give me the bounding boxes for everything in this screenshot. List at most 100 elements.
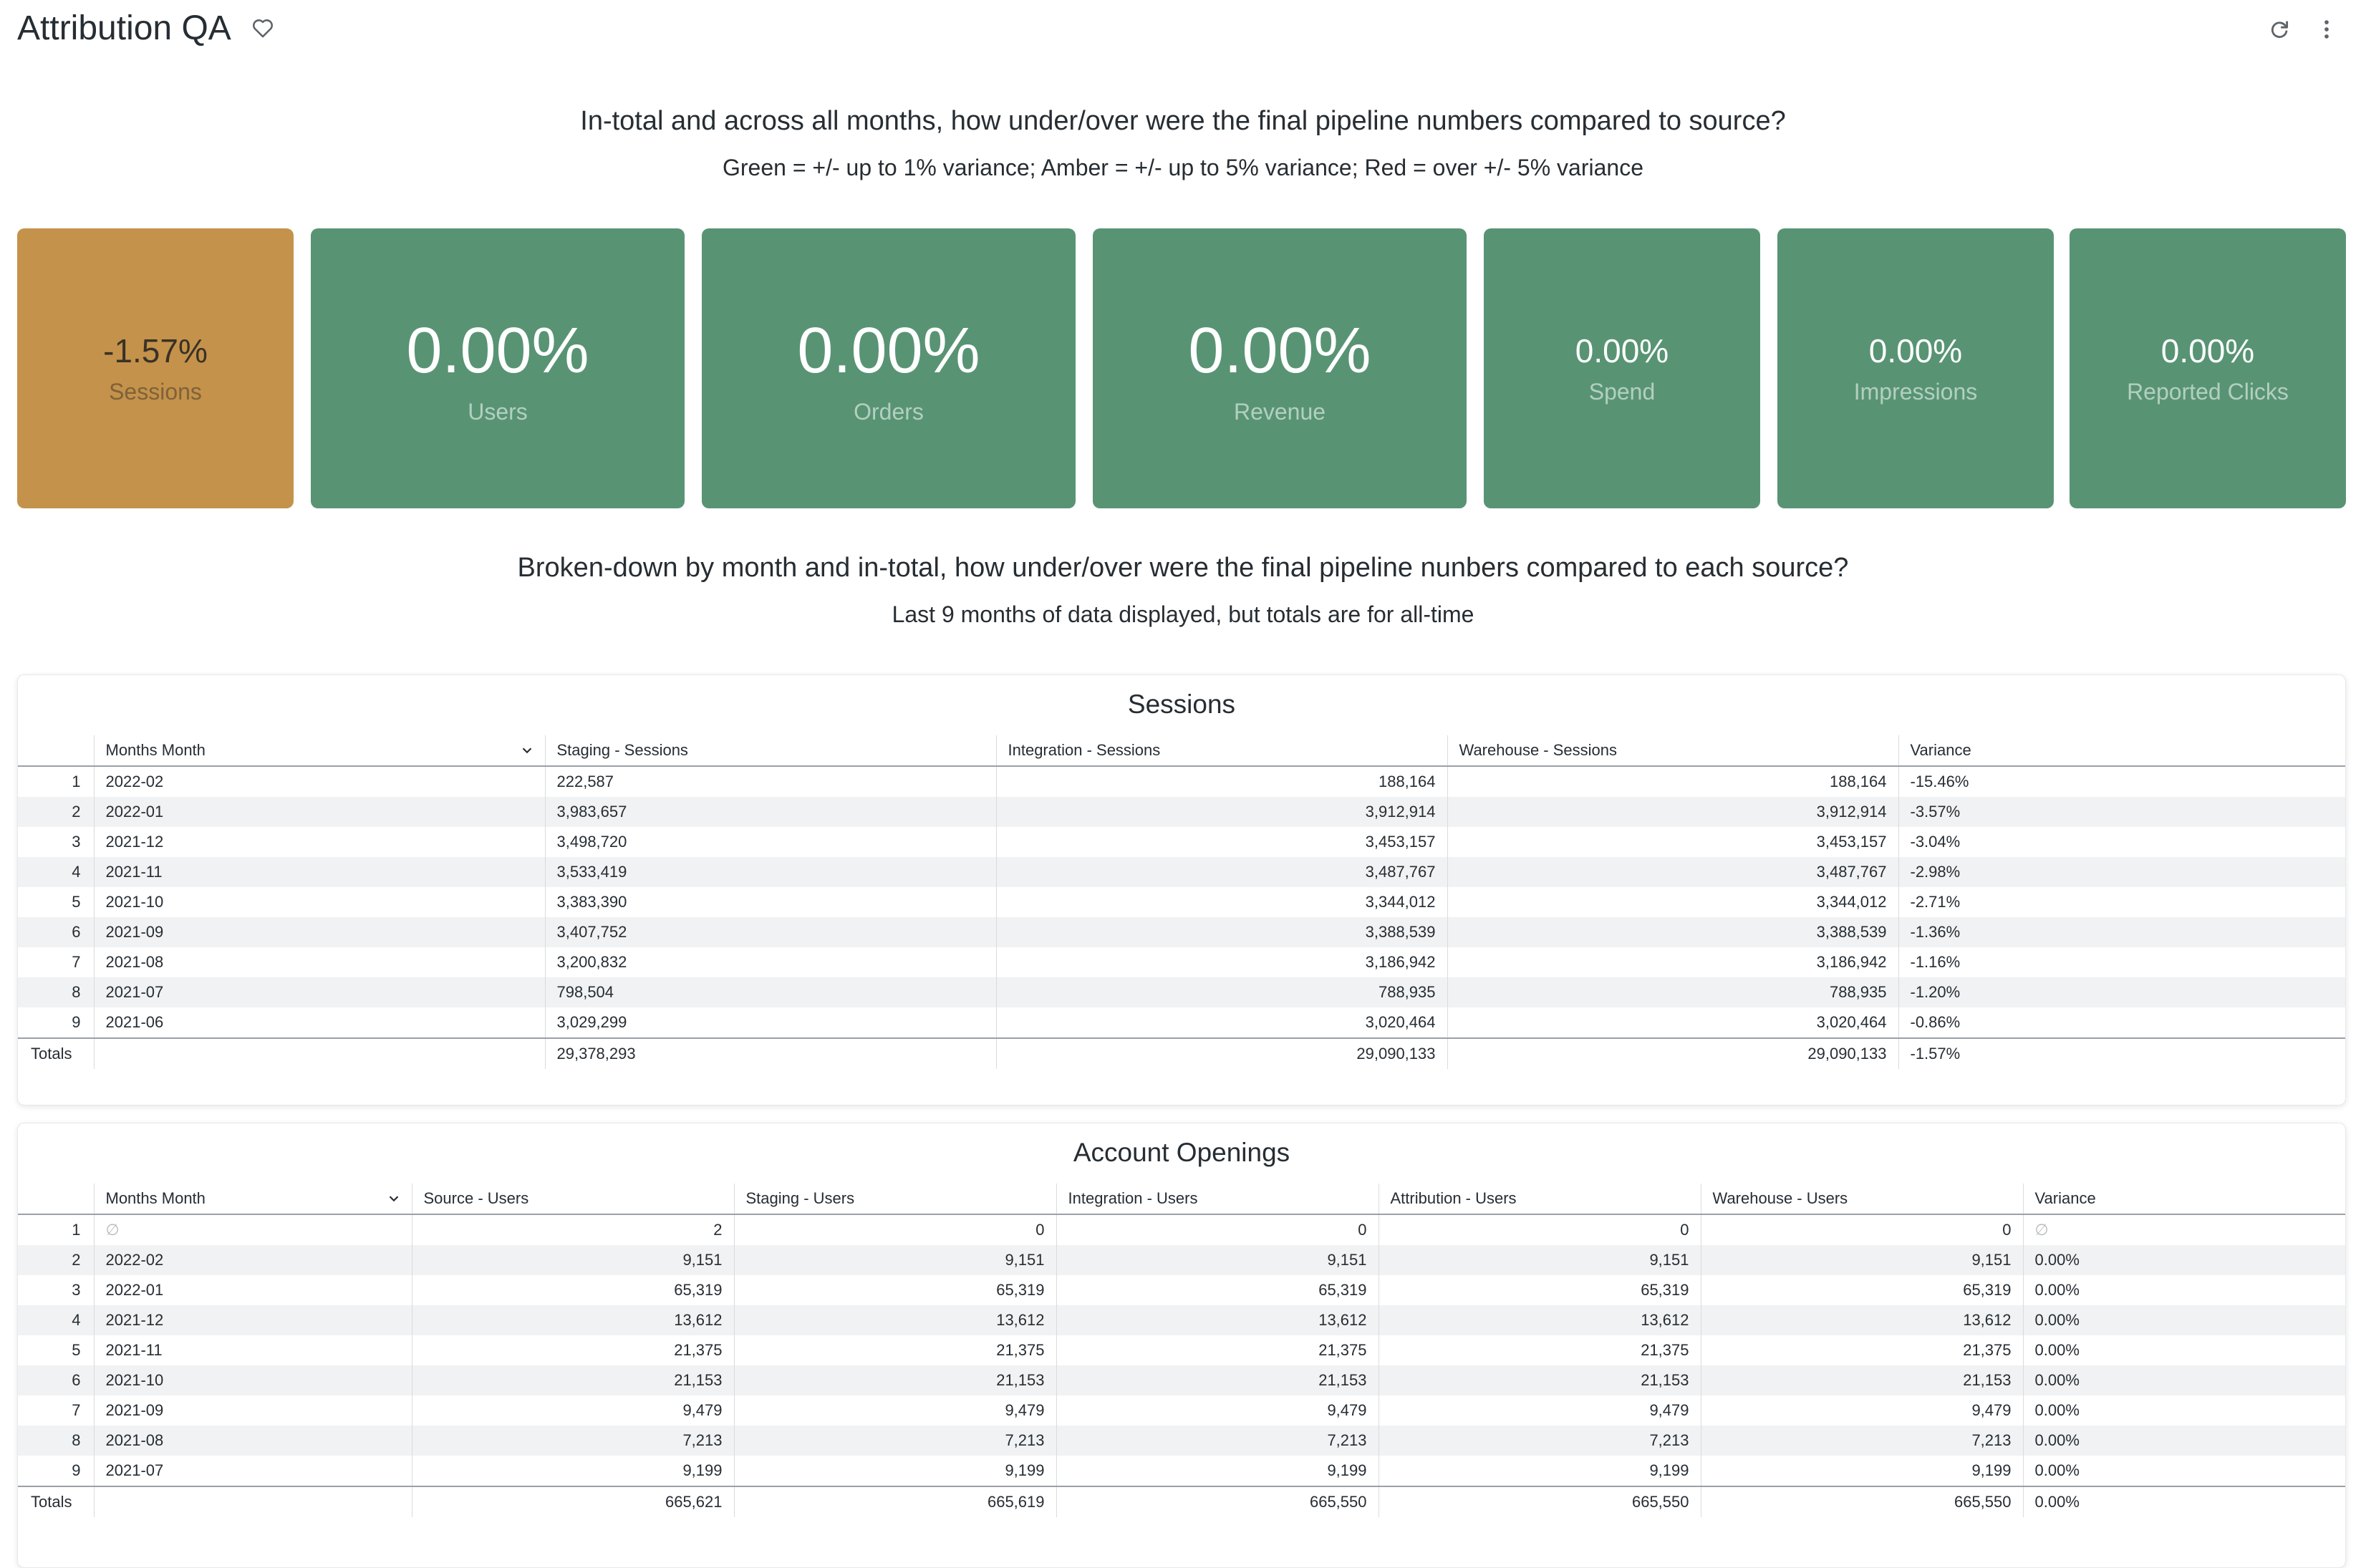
table-cell: 3,487,767 <box>995 857 1447 887</box>
table-cell: 788,935 <box>1447 977 1898 1007</box>
column-header-warehouse-users[interactable]: Warehouse - Users <box>1700 1184 2023 1215</box>
table-cell: 0 <box>1378 1214 1701 1245</box>
totals-cell <box>93 1037 545 1069</box>
table-cell: 65,319 <box>411 1275 734 1305</box>
table-cell: 21,153 <box>411 1365 734 1395</box>
column-header-staging-users[interactable]: Staging - Users <box>733 1184 1056 1215</box>
table-cell: 13,612 <box>411 1305 734 1335</box>
column-header-source-users[interactable]: Source - Users <box>411 1184 734 1215</box>
table-cell: 0.00% <box>2022 1305 2345 1335</box>
table-cell: 3,020,464 <box>1447 1007 1898 1038</box>
table-cell: 21,153 <box>733 1365 1056 1395</box>
table-cell: 65,319 <box>733 1275 1056 1305</box>
tile-value: 0.00% <box>406 315 589 387</box>
refresh-icon[interactable] <box>2267 17 2292 42</box>
table-row: 5 2021-11 21,375 21,375 21,375 21,375 21,375 0.… <box>18 1335 2345 1365</box>
dashboard-title: Attribution QA <box>17 9 231 47</box>
table-cell: 0.00% <box>2022 1335 2345 1365</box>
table-cell: 3,186,942 <box>1447 947 1898 977</box>
totals-cell: 29,090,133 <box>1447 1037 1898 1069</box>
table-cell: -2.71% <box>1898 887 2345 917</box>
tile-impressions[interactable]: 0.00% Impressions <box>1777 228 2054 508</box>
accounts-table-card: Account Openings Months Month Source - U… <box>17 1123 2346 1568</box>
table-row: 2 2022-02 9,151 9,151 9,151 9,151 9,151 0.00% <box>18 1245 2345 1275</box>
row-number: 5 <box>72 893 81 911</box>
table-cell: 0.00% <box>2022 1456 2345 1486</box>
table-cell: 9,151 <box>1378 1245 1701 1275</box>
table-cell: 21,375 <box>733 1335 1056 1365</box>
row-number: 2 <box>18 1245 94 1275</box>
table-row: 9 2021-06 3,029,299 3,020,464 3,020,464 -0.86… <box>18 1007 2345 1038</box>
table-cell: 13,612 <box>1700 1305 2023 1335</box>
tile-value: 0.00% <box>797 315 980 387</box>
table-row: 4 2021-12 13,612 13,612 13,612 13,612 13,612 0.… <box>18 1305 2345 1335</box>
row-number: 1 <box>72 773 81 790</box>
tile-label: Revenue <box>1233 399 1326 425</box>
table-cell: 188,164 <box>995 766 1447 797</box>
table-cell: -2.98% <box>1898 857 2345 887</box>
column-header-warehouse-sessions[interactable]: Warehouse - Sessions <box>1447 735 1898 767</box>
table-row: 6 2021-09 3,407,752 3,388,539 3,388,539 -1.36… <box>18 917 2345 947</box>
column-header-staging-sessions[interactable]: Staging - Sessions <box>544 735 996 767</box>
column-header-months-month[interactable]: Months Month <box>93 1184 412 1215</box>
totals-cell: 29,378,293 <box>544 1037 996 1069</box>
table-cell: 2021-10 <box>93 1365 412 1395</box>
column-header-variance[interactable]: Variance <box>1898 735 2345 767</box>
variance-legend: Green = +/- up to 1% variance; Amber = +… <box>722 155 1643 180</box>
table-cell: 2022-02 <box>93 766 545 797</box>
table-cell: 9,199 <box>1700 1456 2023 1486</box>
table-cell: 0.00% <box>2022 1426 2345 1456</box>
table-cell: 65,319 <box>1056 1275 1378 1305</box>
table-cell: 3,498,720 <box>544 827 996 857</box>
totals-cell <box>93 1486 412 1517</box>
row-number: 9 <box>72 1461 81 1479</box>
sessions-table-card: Sessions Months Month Staging - Sessions… <box>17 674 2346 1105</box>
table-cell: 3,383,390 <box>544 887 996 917</box>
heart-outline-icon[interactable] <box>251 16 275 40</box>
tile-revenue[interactable]: 0.00% Revenue <box>1093 228 1467 508</box>
chevron-down-icon[interactable] <box>386 1191 402 1206</box>
table-cell: 21,153 <box>1378 1365 1701 1395</box>
totals-cell: 665,550 <box>1056 1486 1378 1517</box>
table-cell: 7,213 <box>411 1426 734 1456</box>
table-header-row: Months Month Staging - Sessions Integrat… <box>18 735 2345 767</box>
chevron-down-icon[interactable] <box>519 742 535 758</box>
column-header-months-month[interactable]: Months Month <box>93 735 545 767</box>
tile-spend[interactable]: 0.00% Spend <box>1484 228 1760 508</box>
table-cell: 2021-12 <box>93 827 545 857</box>
dashboard-header: Attribution QA <box>0 0 2366 60</box>
row-number: 2 <box>18 797 94 827</box>
table-cell: 2021-11 <box>93 857 545 887</box>
table-cell: 0.00% <box>2022 1245 2345 1275</box>
table-cell: -0.86% <box>1898 1007 2345 1038</box>
column-header-variance[interactable]: Variance <box>2022 1184 2345 1215</box>
table-row: 1 2022-02 222,587 188,164 188,164 -15.46% <box>18 766 2345 797</box>
totals-cell: 665,550 <box>1378 1486 1701 1517</box>
breakdown-note: Last 9 months of data displayed, but tot… <box>892 601 1474 627</box>
table-cell: -1.16% <box>1898 947 2345 977</box>
column-header-attribution-users[interactable]: Attribution - Users <box>1378 1184 1701 1215</box>
tile-reported-clicks[interactable]: 0.00% Reported Clicks <box>2070 228 2346 508</box>
table-cell: 13,612 <box>733 1305 1056 1335</box>
table-cell: 2021-08 <box>93 1426 412 1456</box>
table-cell: 0.00% <box>2022 1395 2345 1426</box>
table-cell: 7,213 <box>733 1426 1056 1456</box>
row-number: 4 <box>18 1305 94 1335</box>
more-vert-icon[interactable] <box>2314 17 2339 42</box>
table-cell: 7,213 <box>1056 1426 1378 1456</box>
table-row: 2 2022-01 3,983,657 3,912,914 3,912,914 -3.57… <box>18 797 2345 827</box>
totals-label: Totals <box>18 1037 94 1069</box>
column-header-integration-users[interactable]: Integration - Users <box>1056 1184 1378 1215</box>
row-number: 8 <box>18 1426 94 1456</box>
table-cell: 21,153 <box>1056 1365 1378 1395</box>
tile-label: Sessions <box>109 379 202 405</box>
column-header-integration-sessions[interactable]: Integration - Sessions <box>995 735 1447 767</box>
table-cell: 13,612 <box>1056 1305 1378 1335</box>
tile-sessions[interactable]: -1.57% Sessions <box>17 228 294 508</box>
table-cell: 3,533,419 <box>544 857 996 887</box>
row-number: 5 <box>72 1341 81 1359</box>
table-cell: 9,479 <box>733 1395 1056 1426</box>
tile-orders[interactable]: 0.00% Orders <box>702 228 1076 508</box>
table-cell: 2021-11 <box>93 1335 412 1365</box>
tile-users[interactable]: 0.00% Users <box>311 228 685 508</box>
